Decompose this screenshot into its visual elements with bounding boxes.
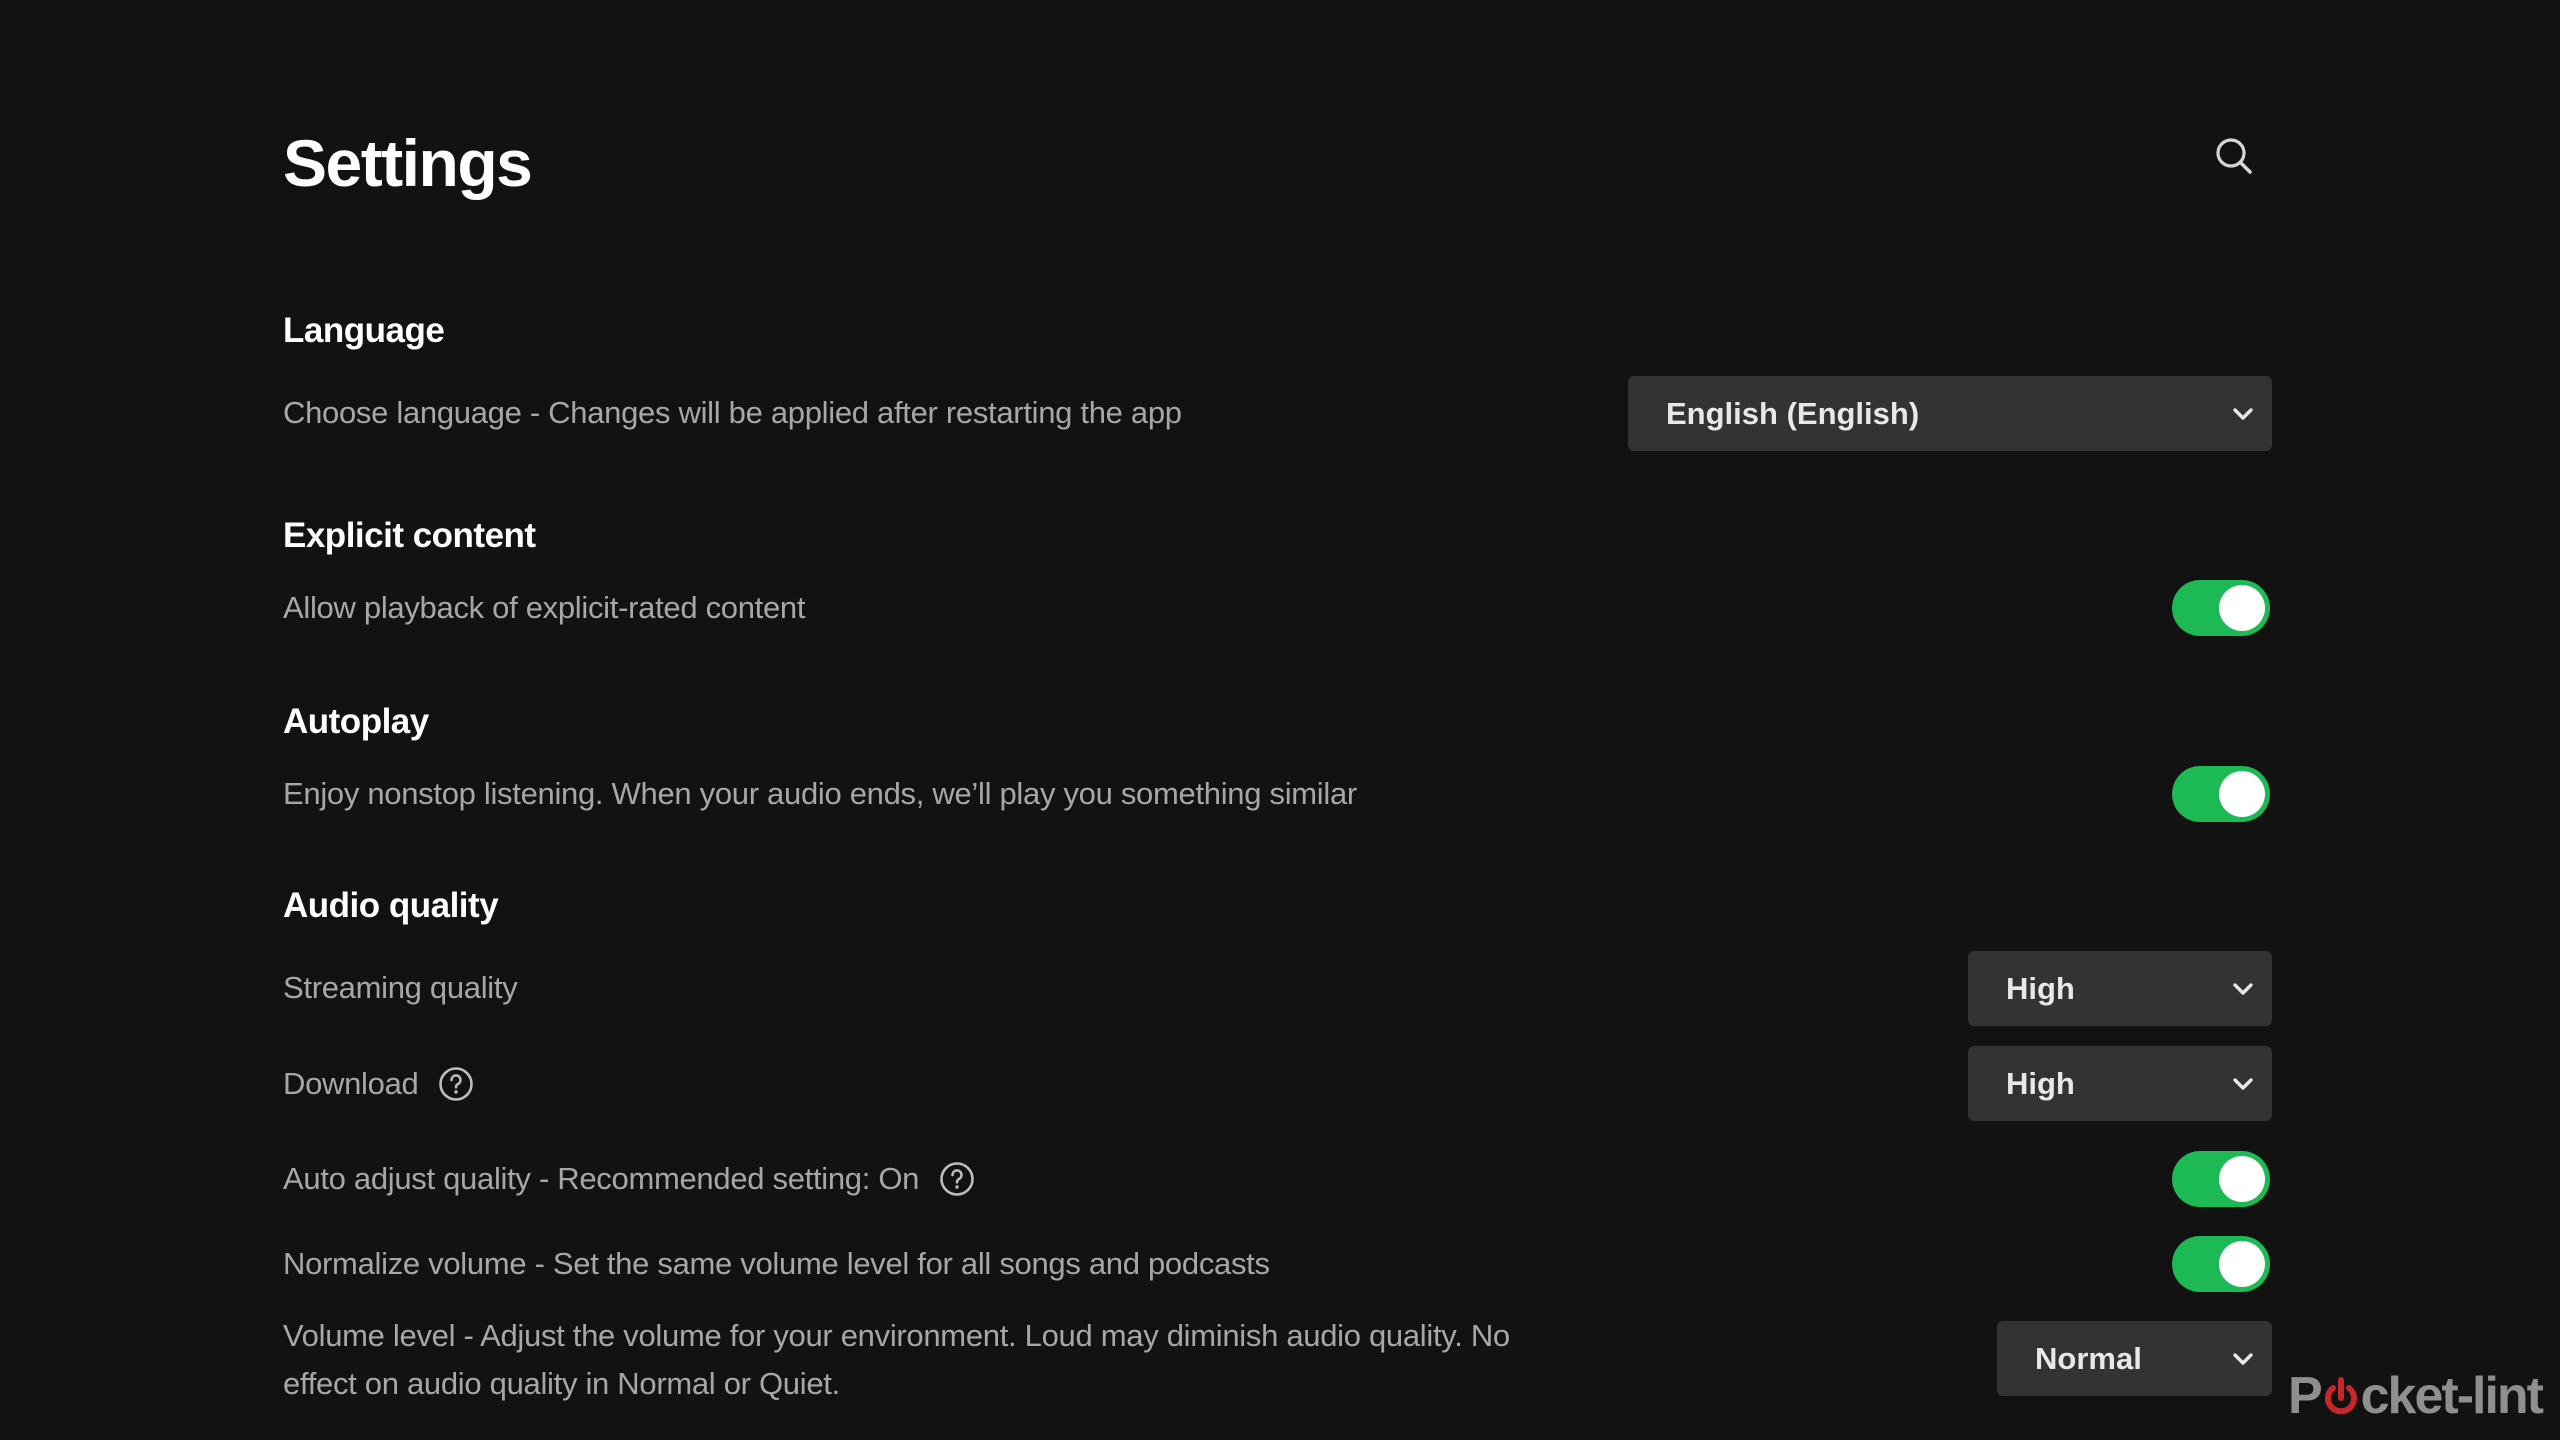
volume-level-value: Normal [2035,1340,2142,1376]
toggle-knob [2219,1241,2265,1287]
normalize-volume-toggle[interactable] [2172,1236,2270,1292]
section-heading-explicit-content: Explicit content [283,516,536,555]
explicit-content-toggle[interactable] [2172,580,2270,636]
chevron-down-icon [2233,1352,2253,1365]
download-row: Download [283,1060,474,1108]
chevron-down-icon [2233,982,2253,995]
help-icon[interactable] [438,1066,474,1102]
streaming-quality-label: Streaming quality [283,970,518,1005]
language-select-value: English (English) [1666,395,1920,431]
language-select[interactable]: English (English) [1628,376,2272,451]
power-icon [2324,1377,2357,1415]
watermark-suffix: cket-lint [2360,1367,2544,1425]
autoplay-toggle[interactable] [2172,766,2270,822]
auto-adjust-row: Auto adjust quality - Recommended settin… [283,1155,975,1203]
search-icon [2216,138,2252,174]
chevron-down-icon [2233,1077,2253,1090]
pocketlint-watermark: P cket-lint [2287,1367,2544,1425]
section-heading-language: Language [283,311,445,350]
download-label: Download [283,1066,419,1101]
toggle-knob [2219,771,2265,817]
auto-adjust-toggle[interactable] [2172,1151,2270,1207]
auto-adjust-label: Auto adjust quality - Recommended settin… [283,1161,920,1196]
section-heading-autoplay: Autoplay [283,702,429,741]
chevron-down-icon [2233,407,2253,420]
section-heading-audio-quality: Audio quality [283,886,499,925]
help-icon[interactable] [939,1161,975,1197]
search-button[interactable] [2206,128,2262,184]
streaming-quality-value: High [2006,970,2075,1006]
volume-level-label: Volume level - Adjust the volume for you… [283,1318,1510,1401]
toggle-knob [2219,585,2265,631]
streaming-quality-select[interactable]: High [1968,951,2272,1026]
explicit-content-description: Allow playback of explicit-rated content [283,590,806,625]
download-quality-value: High [2006,1065,2075,1101]
toggle-knob [2219,1156,2265,1202]
normalize-volume-label: Normalize volume - Set the same volume l… [283,1246,1270,1281]
page-title: Settings [283,126,533,200]
watermark-prefix: P [2287,1367,2323,1425]
language-description: Choose language - Changes will be applie… [283,395,1182,430]
download-quality-select[interactable]: High [1968,1046,2272,1121]
autoplay-description: Enjoy nonstop listening. When your audio… [283,776,1357,811]
volume-level-select[interactable]: Normal [1997,1321,2272,1396]
